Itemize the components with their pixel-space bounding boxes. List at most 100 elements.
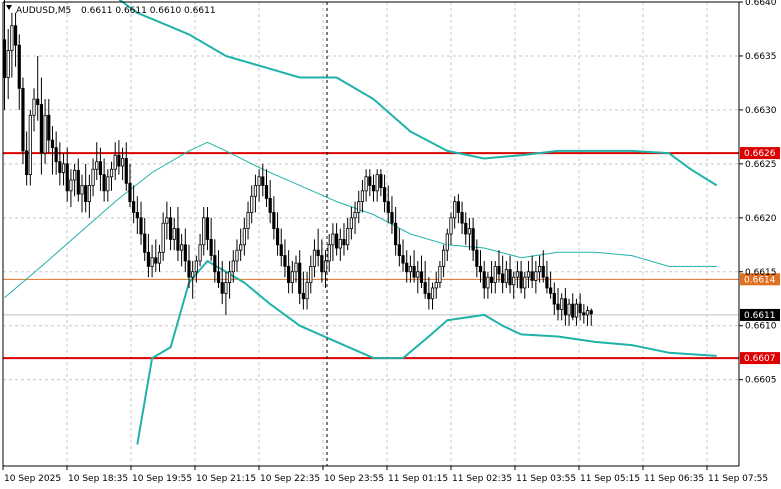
candle-body-bear [298, 262, 302, 294]
candle-body-bull [364, 176, 368, 192]
candle-body-bull [585, 310, 590, 316]
x-tick-label: 11 Sep 01:15 [388, 474, 448, 484]
candle-body-bear [342, 238, 346, 246]
y-tick-label: 0.6635 [745, 52, 777, 62]
chart-header: AUDUSD,M5 0.6611 0.6611 0.6610 0.6611 [6, 5, 216, 16]
candle-body-bull [453, 201, 457, 219]
candle-body-bull [353, 212, 357, 219]
candle-body-bear [478, 265, 483, 273]
candle-body-bear [25, 150, 29, 176]
candle-body-bear [397, 244, 401, 256]
candle-body-bear [582, 312, 586, 316]
candle-body-bear [419, 271, 424, 283]
candle-body-bear [501, 273, 505, 283]
candle-body-bull [61, 163, 66, 173]
candle-body-bear [216, 271, 221, 283]
candle-body-bull [80, 185, 84, 195]
candle-body-bear [382, 187, 387, 203]
candle-body-bear [508, 269, 512, 286]
candle-body-bull [161, 222, 165, 253]
candle-body-bear [50, 139, 55, 149]
candle-body-bull [438, 265, 442, 283]
symbol-label: AUDUSD,M5 [16, 6, 71, 16]
candle-body-bull [309, 265, 313, 283]
candle-body-bear [168, 217, 173, 240]
candle-body-bull [523, 276, 527, 289]
candle-body-bull [224, 282, 228, 294]
candle-body-bull [191, 271, 195, 278]
candle-body-bull [91, 168, 95, 186]
candle-body-bear [541, 265, 545, 278]
y-tick-label: 0.6610 [745, 322, 777, 332]
x-tick-label: 10 Sep 18:35 [68, 474, 128, 484]
candle-body-bull [43, 114, 47, 154]
candle-body-bear [213, 255, 217, 273]
candle-body-bull [338, 238, 342, 249]
candle-body-bear [13, 25, 18, 46]
candle-body-bull [375, 174, 379, 192]
candle-body-bull [416, 271, 420, 278]
candle-body-bull [560, 298, 564, 310]
candle-body-bull [445, 233, 449, 251]
y-tick-label: 0.6640 [745, 0, 777, 8]
candle-body-bull [106, 176, 110, 192]
candle-body-bear [102, 174, 106, 192]
candle-body-bear [412, 265, 416, 278]
x-tick-label: 11 Sep 07:55 [708, 474, 768, 484]
candle-body-bear [139, 217, 143, 235]
candle-body-bull [486, 276, 490, 289]
current-price-label: 0.6611 [744, 311, 776, 321]
candle-body-bear [146, 251, 151, 267]
candle-body-bear [183, 244, 187, 262]
candle-body-bear [301, 292, 305, 300]
candle-body-bull [327, 244, 331, 262]
candle-body-bear [132, 201, 136, 213]
candle-body-bull [87, 185, 91, 203]
candle-body-bear [205, 217, 210, 240]
y-tick-label: 0.6615 [745, 268, 777, 278]
candle-body-bear [124, 158, 128, 184]
level-label: 0.6626 [744, 149, 776, 159]
y-tick-label: 0.6605 [745, 376, 777, 386]
chart-background [0, 0, 781, 489]
candle-body-bear [563, 298, 567, 316]
candle-body-bull [526, 271, 531, 278]
candle-body-bear [58, 161, 62, 173]
candle-body-bull [95, 161, 99, 170]
candle-body-bear [268, 197, 272, 213]
candle-body-bear [497, 265, 501, 275]
x-tick-label: 10 Sep 21:15 [196, 474, 256, 484]
candle-body-bear [135, 212, 139, 219]
candle-body-bull [357, 201, 361, 213]
price-chart[interactable]: 0.66260.66140.66070.6611 0.66400.66350.6… [0, 0, 781, 489]
ohlc-readout: 0.6611 0.6611 0.6610 0.6611 [81, 6, 216, 16]
candle-body-bull [349, 217, 353, 230]
candle-body-bear [275, 228, 280, 246]
y-tick-label: 0.6625 [745, 160, 777, 170]
candle-body-bear [519, 271, 523, 289]
candle-body-bull [504, 269, 508, 283]
candle-body-bull [202, 217, 206, 246]
x-tick-label: 10 Sep 19:55 [132, 474, 192, 484]
candle-body-bear [460, 212, 464, 224]
candle-body-bull [113, 154, 117, 170]
candle-body-bear [17, 44, 21, 89]
candle-body-bull [567, 303, 571, 316]
candle-body-bear [154, 257, 158, 264]
candle-body-bull [360, 190, 365, 203]
candle-body-bull [180, 244, 184, 251]
candle-body-bull [253, 185, 258, 197]
candle-body-bull [172, 228, 176, 240]
candle-body-bear [530, 271, 534, 281]
candle-body-bear [386, 201, 390, 213]
candle-body-bear [578, 303, 582, 314]
candle-body-bear [401, 255, 405, 264]
candle-body-bear [405, 262, 409, 273]
candle-body-bull [493, 265, 497, 283]
candle-body-bear [287, 265, 291, 283]
candle-body-bear [552, 292, 556, 305]
y-tick-label: 0.6630 [745, 106, 777, 116]
candle-body-bear [545, 276, 549, 289]
candle-body-bear [390, 212, 394, 224]
candle-body-bear [423, 282, 427, 294]
